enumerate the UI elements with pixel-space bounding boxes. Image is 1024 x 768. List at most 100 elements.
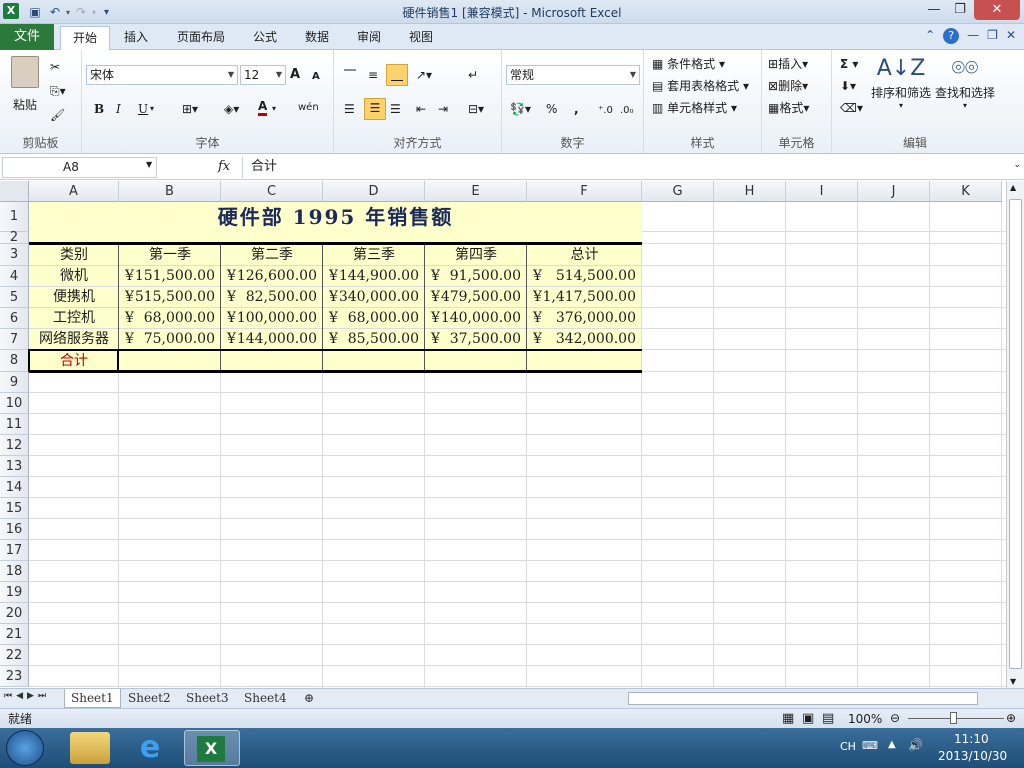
column-header[interactable]: K <box>930 181 1002 202</box>
decrease-indent-icon[interactable]: ⇤ <box>416 100 426 118</box>
restore-button[interactable]: ❐ <box>946 0 974 20</box>
column-header[interactable]: J <box>858 181 930 202</box>
minimize-ribbon-icon[interactable]: ⌃ <box>925 28 935 44</box>
column-header[interactable]: A <box>29 181 119 202</box>
row-header[interactable]: 5 <box>0 287 29 308</box>
value-cell[interactable]: ¥91,500.00 <box>425 266 527 287</box>
align-left-icon[interactable]: ☰ <box>344 100 355 118</box>
align-middle-icon[interactable]: ≡ <box>368 66 378 84</box>
value-cell[interactable]: ¥340,000.00 <box>323 287 425 308</box>
excel-taskbar-button[interactable]: X <box>184 730 240 766</box>
clock-time[interactable]: 11:10 <box>954 732 989 746</box>
row-header[interactable]: 7 <box>0 329 29 350</box>
column-header[interactable]: D <box>323 181 425 202</box>
autosum-button[interactable]: Σ ▾ <box>840 55 858 73</box>
orientation-icon[interactable]: ↗▾ <box>416 66 432 84</box>
tab-review[interactable]: 审阅 <box>348 26 390 50</box>
clear-icon[interactable]: ⌫▾ <box>840 99 863 117</box>
category-cell[interactable]: 网络服务器 <box>29 329 119 350</box>
value-cell[interactable]: ¥342,000.00 <box>527 329 642 350</box>
value-cell[interactable]: ¥479,500.00 <box>425 287 527 308</box>
decrease-decimal-icon[interactable]: .0₀ <box>620 102 634 120</box>
vertical-scrollbar[interactable]: ▲ ▼ <box>1006 181 1024 688</box>
header-cell[interactable]: 第四季 <box>425 244 527 266</box>
value-cell[interactable]: ¥515,500.00 <box>119 287 221 308</box>
header-cell[interactable]: 类别 <box>29 244 119 266</box>
value-cell[interactable]: ¥37,500.00 <box>425 329 527 350</box>
column-header[interactable]: C <box>221 181 323 202</box>
sheet-tab-4[interactable]: Sheet4 <box>238 689 293 708</box>
font-color-button[interactable]: A <box>258 99 268 116</box>
row-header[interactable]: 22 <box>0 645 29 666</box>
format-as-table-button[interactable]: ▤ 套用表格格式 ▾ <box>652 77 749 95</box>
row-header[interactable]: 16 <box>0 519 29 540</box>
merge-center-icon[interactable]: ⊟▾ <box>468 100 484 118</box>
sheet-tab-2[interactable]: Sheet2 <box>122 689 177 708</box>
select-all-corner[interactable] <box>0 181 29 202</box>
underline-button[interactable]: U <box>138 100 148 118</box>
tab-home[interactable]: 开始 <box>60 26 110 51</box>
worksheet-grid[interactable]: A B C D E F G H I J K 1 2 3 4 5 6 7 8 9 10 11 12 13 14 15 16 17 18 19… <box>0 181 1006 688</box>
row-header[interactable]: 1 <box>0 202 29 232</box>
value-cell[interactable]: ¥68,000.00 <box>323 308 425 329</box>
formula-input[interactable]: 合计 <box>242 157 1006 178</box>
cut-icon[interactable]: ✂ <box>50 58 60 76</box>
comma-button[interactable]: , <box>574 100 579 118</box>
increase-indent-icon[interactable]: ⇥ <box>438 100 448 118</box>
format-painter-icon[interactable]: 🖌 <box>50 106 65 124</box>
value-cell[interactable]: ¥514,500.00 <box>527 266 642 287</box>
category-cell[interactable]: 工控机 <box>29 308 119 329</box>
scroll-down-icon[interactable]: ▼ <box>1010 677 1016 686</box>
row-header[interactable]: 11 <box>0 414 29 435</box>
column-header[interactable]: H <box>714 181 786 202</box>
row-header[interactable]: 3 <box>0 244 29 266</box>
row-header[interactable]: 12 <box>0 435 29 456</box>
find-select-button[interactable]: ⌾⌾ 查找和选择 ▾ <box>934 54 996 110</box>
workbook-close-icon[interactable]: ✕ <box>1006 28 1016 44</box>
workbook-restore-icon[interactable]: ❐ <box>987 28 998 44</box>
page-break-view-icon[interactable]: ▤ <box>822 710 834 728</box>
sheet-tab-3[interactable]: Sheet3 <box>180 689 235 708</box>
keyboard-icon[interactable]: ⌨ <box>862 739 878 752</box>
header-cell[interactable]: 第三季 <box>323 244 425 266</box>
column-header[interactable]: I <box>786 181 858 202</box>
row-header[interactable]: 9 <box>0 372 29 393</box>
header-cell[interactable]: 第一季 <box>119 244 221 266</box>
value-cell[interactable]: ¥85,500.00 <box>323 329 425 350</box>
zoom-in-icon[interactable]: ⊕ <box>1006 709 1016 727</box>
show-hidden-icons-icon[interactable]: ▲ <box>888 739 896 750</box>
page-layout-view-icon[interactable]: ▣ <box>802 710 814 728</box>
header-cell[interactable]: 总计 <box>527 244 642 266</box>
name-box-dropdown-icon[interactable]: ▼ <box>146 160 152 169</box>
accounting-format-icon[interactable]: 💱▾ <box>510 100 531 118</box>
header-cell[interactable]: 第二季 <box>221 244 323 266</box>
value-cell[interactable]: ¥100,000.00 <box>221 308 323 329</box>
tab-file[interactable]: 文件 <box>0 24 54 50</box>
row-header[interactable]: 8 <box>0 350 29 372</box>
column-header[interactable]: E <box>425 181 527 202</box>
minimize-button[interactable]: — <box>920 0 948 20</box>
paste-button[interactable]: 粘贴 <box>8 56 42 114</box>
horizontal-scrollbar[interactable] <box>628 692 978 705</box>
wrap-text-icon[interactable]: ↵ <box>468 66 478 84</box>
row-header[interactable]: 20 <box>0 603 29 624</box>
zoom-out-icon[interactable]: ⊖ <box>890 709 900 727</box>
align-center-icon[interactable]: ☰ <box>364 98 386 120</box>
row-header[interactable]: 6 <box>0 308 29 329</box>
chevron-down-icon[interactable]: ▾ <box>272 100 276 118</box>
row-header[interactable]: 23 <box>0 666 29 687</box>
fill-icon[interactable]: ⬇▾ <box>840 77 856 95</box>
conditional-formatting-button[interactable]: ▦ 条件格式 ▾ <box>652 55 725 73</box>
column-header[interactable]: G <box>642 181 714 202</box>
category-cell[interactable]: 便携机 <box>29 287 119 308</box>
row-header[interactable]: 14 <box>0 477 29 498</box>
value-cell[interactable]: ¥75,000.00 <box>119 329 221 350</box>
sheet-tab-1[interactable]: Sheet1 <box>64 689 121 708</box>
value-cell[interactable]: ¥82,500.00 <box>221 287 323 308</box>
insert-cells-button[interactable]: ⊞插入▾ <box>768 55 808 73</box>
bold-button[interactable]: B <box>94 100 104 118</box>
help-icon[interactable]: ? <box>943 28 960 44</box>
scroll-up-icon[interactable]: ▲ <box>1010 183 1016 192</box>
sheet-title[interactable]: 硬件部 1995 年销售额 <box>29 202 642 232</box>
phonetic-button[interactable]: wén <box>298 99 319 117</box>
